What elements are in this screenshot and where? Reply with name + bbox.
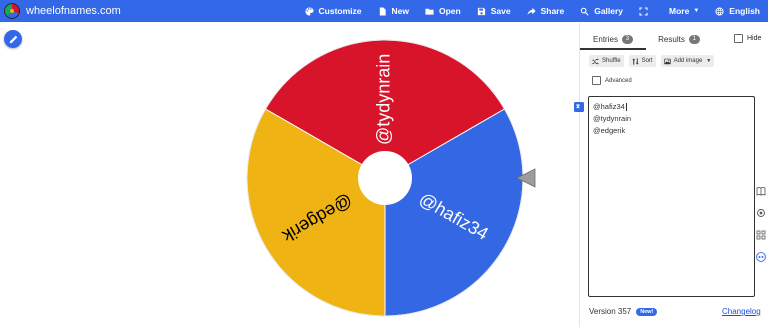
right-rail: [756, 186, 768, 274]
logo-icon: [4, 3, 20, 19]
tab-results-label: Results: [658, 34, 685, 44]
search-icon: [580, 7, 589, 16]
chevron-down-icon: ▼: [693, 8, 700, 14]
add-image-label: Add image: [673, 58, 703, 64]
sort-button[interactable]: Sort: [628, 55, 656, 67]
wheel-segment-label: @tydynrain: [374, 54, 394, 145]
new-button[interactable]: New: [378, 0, 409, 22]
folder-icon: [425, 8, 434, 15]
new-badge: New!: [636, 307, 658, 316]
advanced-checkbox[interactable]: [592, 76, 601, 85]
save-button[interactable]: Save: [477, 0, 511, 22]
version-label: Version 357: [589, 307, 632, 316]
customize-button[interactable]: Customize: [304, 0, 362, 22]
sort-icon: [631, 57, 639, 65]
hide-toggle[interactable]: Hide: [734, 34, 761, 43]
gallery-button[interactable]: Gallery: [580, 0, 623, 22]
apps-grid-icon[interactable]: [756, 230, 766, 240]
image-icon: [663, 58, 671, 64]
site-title: wheelofnames.com: [26, 5, 121, 17]
translate-icon[interactable]: [574, 102, 584, 112]
sort-label: Sort: [641, 58, 653, 64]
entry-line: @edgerik: [593, 126, 626, 135]
share-label: Share: [540, 6, 565, 16]
globe-icon: [715, 6, 724, 16]
text-cursor: [625, 103, 627, 112]
entry-tools: Shuffle Sort Add image ▼: [589, 55, 719, 67]
save-icon: [477, 7, 485, 15]
tab-results[interactable]: Results 1: [646, 30, 712, 48]
pencil-icon: [9, 35, 17, 43]
entry-line: @tydynrain: [593, 114, 632, 123]
shuffle-icon: [592, 57, 599, 65]
share-button[interactable]: Share: [527, 0, 565, 22]
top-nav: Customize New Open Save Share Gallery Mo…: [304, 0, 768, 22]
entries-panel: Entries 3 Results 1 Hide Shuffle Sort Ad…: [574, 22, 768, 327]
results-count-badge: 1: [688, 34, 700, 44]
wheel[interactable]: @tydynrain@hafiz34@edgerik: [230, 24, 540, 327]
ai-chip-icon[interactable]: [756, 208, 766, 218]
entry-line: @hafiz34: [593, 102, 627, 112]
changelog-link[interactable]: Changelog: [722, 307, 761, 316]
version-info: Version 357 New!: [589, 307, 658, 316]
panel-tabs: Entries 3 Results 1: [580, 30, 712, 50]
brand[interactable]: wheelofnames.com: [4, 3, 121, 19]
chevron-down-icon: ▼: [706, 58, 712, 64]
wheel-area: @tydynrain @hafiz34 @edgerik: [230, 24, 540, 327]
language-label: English: [729, 6, 760, 16]
edit-wheel-button[interactable]: [4, 30, 22, 48]
advanced-toggle[interactable]: Advanced: [592, 76, 632, 85]
palette-icon: [304, 6, 314, 16]
entries-count-badge: 3: [621, 34, 633, 44]
wheel-pointer-icon: [516, 168, 536, 188]
share-icon: [527, 7, 536, 15]
shuffle-button[interactable]: Shuffle: [589, 55, 624, 67]
gallery-label: Gallery: [594, 6, 624, 16]
new-label: New: [391, 6, 409, 16]
wheel-center[interactable]: [358, 151, 412, 205]
top-bar: wheelofnames.com Customize New Open Save…: [0, 0, 768, 22]
hide-checkbox[interactable]: [734, 34, 743, 43]
assistant-icon[interactable]: [756, 252, 766, 262]
open-button[interactable]: Open: [425, 0, 461, 22]
fullscreen-icon: [639, 6, 648, 16]
add-image-button[interactable]: Add image ▼: [660, 55, 715, 67]
more-menu[interactable]: More ▼: [669, 0, 699, 22]
save-label: Save: [490, 6, 511, 16]
more-label: More: [669, 6, 690, 16]
entries-textarea[interactable]: @hafiz34 @tydynrain @edgerik: [588, 96, 755, 297]
hide-label: Hide: [747, 35, 762, 42]
fullscreen-button[interactable]: [639, 0, 653, 22]
shuffle-label: Shuffle: [602, 58, 621, 64]
tab-entries-label: Entries: [593, 34, 618, 44]
tab-entries[interactable]: Entries 3: [580, 30, 646, 50]
language-menu[interactable]: English: [715, 0, 760, 22]
customize-label: Customize: [318, 6, 362, 16]
new-file-icon: [379, 6, 386, 16]
advanced-label: Advanced: [605, 77, 632, 84]
open-label: Open: [438, 6, 461, 16]
book-icon[interactable]: [756, 186, 766, 196]
